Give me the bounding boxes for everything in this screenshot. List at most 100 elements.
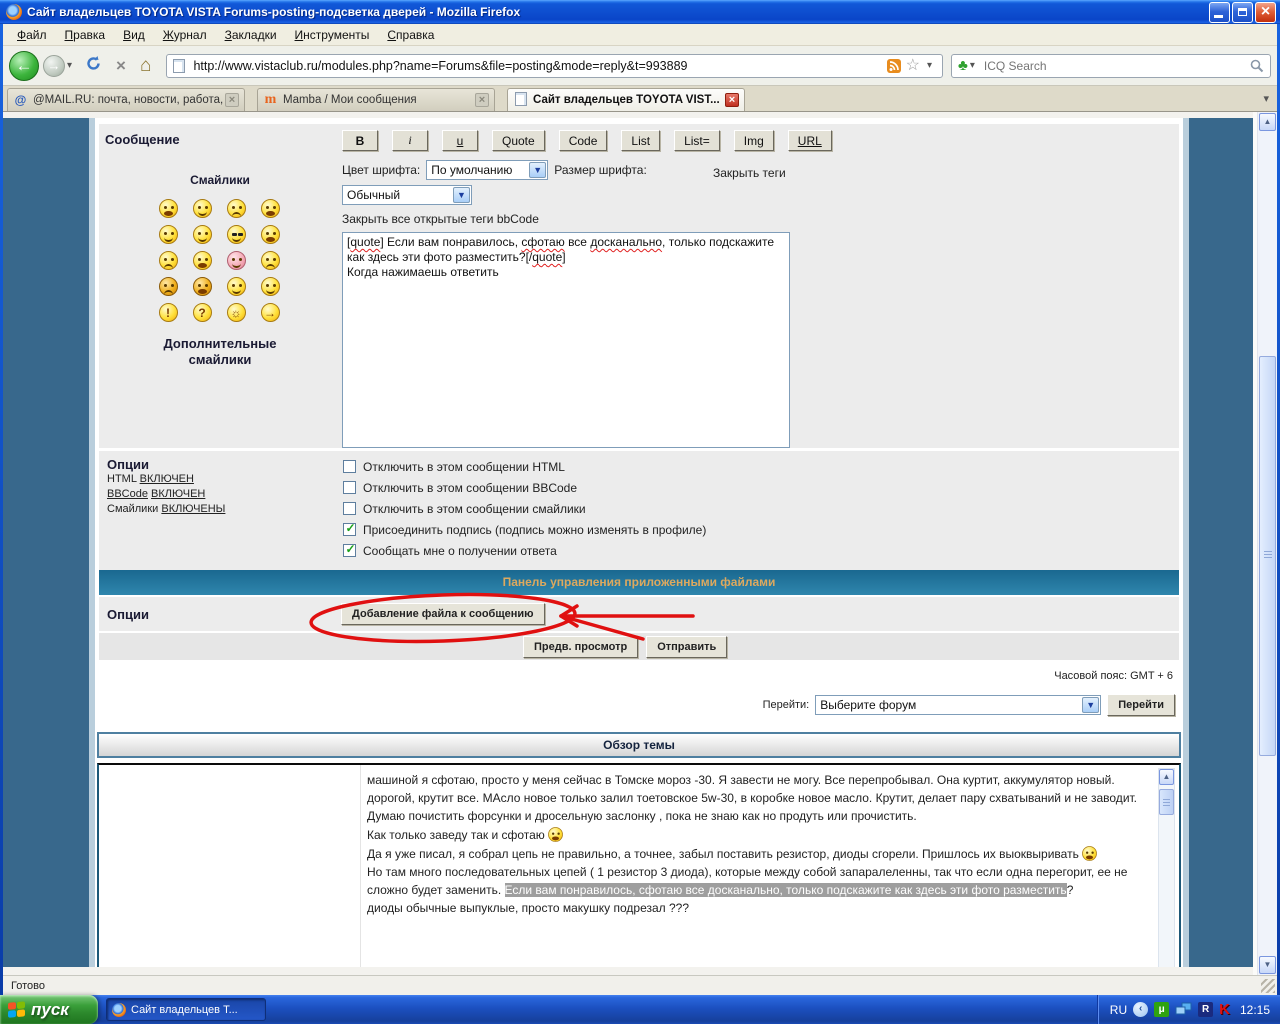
submit-button[interactable]: Отправить xyxy=(646,636,727,658)
url-bar[interactable]: ☆ ▾ xyxy=(166,54,943,78)
bbcode-list-button[interactable]: List xyxy=(621,130,660,151)
tray-icon-red-k[interactable]: K xyxy=(1219,1001,1230,1018)
menu-tools[interactable]: Инструменты xyxy=(287,26,378,44)
resize-grip[interactable] xyxy=(1261,979,1275,993)
bbcode-img-button[interactable]: Img xyxy=(734,130,774,151)
minimize-button[interactable] xyxy=(1209,2,1230,23)
language-indicator[interactable]: RU xyxy=(1110,1003,1127,1017)
tab-vistaclub-active[interactable]: Сайт владельцев TOYOTA VIST... × xyxy=(507,88,745,111)
message-editor[interactable]: [quote] Если вам понравилось, сфотаю все… xyxy=(342,232,790,448)
menu-edit[interactable]: Правка xyxy=(57,26,114,44)
start-button[interactable]: пуск xyxy=(0,995,98,1024)
smilies-status-link[interactable]: ВКЛЮЧЕНЫ xyxy=(161,503,225,515)
bbcode-status-link[interactable]: BBCode xyxy=(107,488,148,500)
search-box[interactable]: ♣ ▾ xyxy=(951,54,1271,78)
tab-close-icon[interactable]: × xyxy=(225,93,239,107)
tab-mailru[interactable]: @ @MAIL.RU: почта, новости, работа, ... … xyxy=(7,88,245,111)
crying-smiley-icon[interactable] xyxy=(261,251,280,270)
topic-review-scrollbar[interactable]: ▲ xyxy=(1158,768,1175,967)
menu-bookmarks[interactable]: Закладки xyxy=(217,26,285,44)
confused-smiley-icon[interactable] xyxy=(193,225,212,244)
tab-close-icon[interactable]: × xyxy=(725,93,739,107)
html-status-link[interactable]: ВКЛЮЧЕН xyxy=(140,473,194,485)
tray-icon-green-app[interactable]: μ xyxy=(1154,1002,1169,1017)
surprised-smiley-icon[interactable] xyxy=(261,199,280,218)
smile-smiley-icon[interactable] xyxy=(193,199,212,218)
font-size-select[interactable]: Обычный ▼ xyxy=(342,185,472,205)
scrollbar-thumb[interactable] xyxy=(1259,356,1276,756)
tab-close-icon[interactable]: × xyxy=(475,93,489,107)
bbcode-list-ordered-button[interactable]: List= xyxy=(674,130,720,151)
search-input[interactable] xyxy=(982,58,1250,74)
browser-scrollbar[interactable]: ▲ ▼ xyxy=(1257,112,1277,975)
scroll-up-icon[interactable]: ▲ xyxy=(1259,113,1276,131)
tab-mamba[interactable]: m Mamba / Мои сообщения × xyxy=(257,88,495,111)
home-button[interactable]: ⌂ xyxy=(140,55,151,77)
bbcode-bold-button[interactable]: B xyxy=(342,130,378,151)
attach-signature-checkbox[interactable] xyxy=(343,523,356,536)
disable-html-checkbox[interactable] xyxy=(343,460,356,473)
close-tags-link[interactable]: Закрыть теги xyxy=(713,166,786,180)
url-input[interactable] xyxy=(191,58,886,74)
close-button[interactable] xyxy=(1255,2,1276,23)
taskbar-firefox-button[interactable]: Сайт владельцев Т... xyxy=(106,998,266,1021)
more-smilies-link[interactable]: Дополнительные смайлики xyxy=(105,336,335,368)
exclamation-smiley-icon[interactable] xyxy=(159,303,178,322)
bbcode-quote-button[interactable]: Quote xyxy=(492,130,545,151)
search-magnifier-icon[interactable] xyxy=(1250,59,1264,73)
restore-button[interactable] xyxy=(1232,2,1253,23)
bbcode-url-button[interactable]: URL xyxy=(788,130,832,151)
rss-icon[interactable] xyxy=(887,59,901,73)
menu-help[interactable]: Справка xyxy=(379,26,442,44)
forward-button[interactable]: → xyxy=(43,55,65,77)
window-titlebar[interactable]: Сайт владельцев TOYOTA VISTA Forums-post… xyxy=(0,0,1280,24)
reload-button[interactable] xyxy=(85,55,102,77)
laughing-smiley-icon[interactable] xyxy=(261,225,280,244)
icq-clover-icon[interactable]: ♣ xyxy=(958,58,968,73)
hide-icons-chevron-icon[interactable]: ‹ xyxy=(1133,1002,1148,1017)
jump-go-button[interactable]: Перейти xyxy=(1107,694,1175,716)
mad-smiley-icon[interactable] xyxy=(159,251,178,270)
menu-file[interactable]: Файл xyxy=(9,26,55,44)
razz-smiley-icon[interactable] xyxy=(193,251,212,270)
preview-button[interactable]: Предв. просмотр xyxy=(523,636,638,658)
arrow-smiley-icon[interactable] xyxy=(261,303,280,322)
scroll-up-icon[interactable]: ▲ xyxy=(1159,769,1174,785)
dropdown-arrow-icon[interactable]: ▼ xyxy=(529,162,546,178)
sad-smiley-icon[interactable] xyxy=(227,199,246,218)
menu-view[interactable]: Вид xyxy=(115,26,153,44)
tray-icon-blue-r[interactable]: R xyxy=(1198,1002,1213,1017)
search-engine-dropdown-icon[interactable]: ▾ xyxy=(970,60,975,71)
font-color-select[interactable]: По умолчанию ▼ xyxy=(426,160,548,180)
dropdown-arrow-icon[interactable]: ▼ xyxy=(453,187,470,203)
scroll-down-icon[interactable]: ▼ xyxy=(1259,956,1276,974)
close-all-tags-link[interactable]: Закрыть все открытые теги bbCode xyxy=(342,212,1179,226)
url-dropdown-icon[interactable]: ▾ xyxy=(927,60,932,71)
bookmark-star-icon[interactable]: ☆ xyxy=(906,58,920,74)
disable-smilies-checkbox[interactable] xyxy=(343,502,356,515)
cool-smiley-icon[interactable] xyxy=(227,225,246,244)
history-dropdown-icon[interactable]: ▾ xyxy=(67,60,72,71)
rolling-eyes-smiley-icon[interactable] xyxy=(227,277,246,296)
dropdown-arrow-icon[interactable]: ▼ xyxy=(1082,697,1099,713)
back-button[interactable]: ← xyxy=(9,51,39,81)
disable-bbcode-checkbox[interactable] xyxy=(343,481,356,494)
bbcode-italic-button[interactable]: i xyxy=(392,130,428,151)
shocked-smiley-icon[interactable] xyxy=(159,225,178,244)
menu-history[interactable]: Журнал xyxy=(155,26,215,44)
scrollbar-thumb[interactable] xyxy=(1159,789,1174,815)
add-file-button[interactable]: Добавление файла к сообщению xyxy=(341,603,545,625)
embarrassed-smiley-icon[interactable] xyxy=(227,251,246,270)
twisted-evil-smiley-icon[interactable] xyxy=(193,277,212,296)
very-happy-smiley-icon[interactable] xyxy=(159,199,178,218)
bbcode-code-button[interactable]: Code xyxy=(559,130,608,151)
evil-smiley-icon[interactable] xyxy=(159,277,178,296)
wink-smiley-icon[interactable] xyxy=(261,277,280,296)
tab-list-dropdown-icon[interactable]: ▾ xyxy=(1259,90,1273,107)
stop-button[interactable]: × xyxy=(116,56,126,76)
forum-jump-select[interactable]: Выберите форум ▼ xyxy=(815,695,1101,715)
idea-smiley-icon[interactable] xyxy=(227,303,246,322)
network-tray-icon[interactable] xyxy=(1175,1002,1192,1017)
bbcode-underline-button[interactable]: u xyxy=(442,130,478,151)
notify-reply-checkbox[interactable] xyxy=(343,544,356,557)
